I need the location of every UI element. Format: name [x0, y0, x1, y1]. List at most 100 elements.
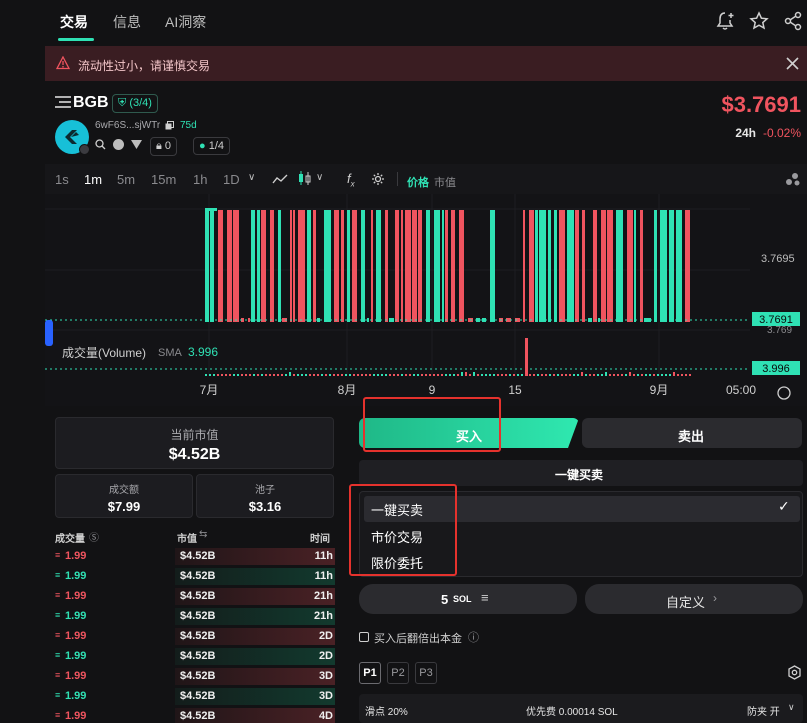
toggle-price[interactable]: 价格	[407, 174, 429, 190]
volume-bar	[597, 374, 599, 376]
volume-bar	[309, 374, 311, 376]
volume-stat-label: 成交额	[109, 485, 139, 496]
star-icon[interactable]	[748, 10, 770, 32]
trade-mcap: $4.52B	[180, 590, 216, 602]
trade-row[interactable]: ≡ 1.99 $4.52B 21h	[55, 587, 335, 605]
timeframe-1m[interactable]: 1m	[84, 172, 102, 187]
volume-bar	[537, 374, 539, 376]
chart-settings-icon[interactable]	[777, 386, 791, 400]
token-avatar	[55, 120, 90, 155]
volume-bar	[549, 374, 551, 376]
preset-p1[interactable]: P1	[359, 662, 381, 684]
volume-bar	[685, 374, 687, 376]
volume-bar	[505, 374, 507, 376]
candle	[270, 210, 274, 322]
volume-bar	[289, 372, 291, 376]
share-icon[interactable]	[782, 10, 804, 32]
bell-plus-icon[interactable]	[714, 10, 736, 32]
ratio-pill[interactable]: ● 1/4	[193, 137, 231, 155]
timeframe-5m[interactable]: 5m	[117, 172, 135, 187]
social-icon[interactable]	[113, 139, 124, 150]
trade-row[interactable]: ≡ 1.99 $4.52B 2D	[55, 647, 335, 665]
candle	[395, 210, 399, 322]
trade-row[interactable]: ≡ 1.99 $4.52B 11h	[55, 567, 335, 585]
volume-bar	[665, 374, 667, 376]
candlestick-icon[interactable]	[298, 171, 312, 186]
trade-amount: 1.99	[65, 650, 87, 662]
timeframe-1s[interactable]: 1s	[55, 172, 69, 187]
volume-bar	[577, 374, 579, 376]
volume-bar	[513, 374, 515, 376]
list-icon: ≡	[481, 590, 489, 605]
menu-list-icon[interactable]	[55, 96, 71, 108]
trade-row[interactable]: ≡ 1.99 $4.52B 3D	[55, 667, 335, 685]
candle	[341, 210, 344, 322]
currency-toggle-icon[interactable]: Ⓢ	[89, 529, 99, 544]
holders-pill[interactable]: 🔒︎ 0	[150, 137, 178, 156]
candle	[205, 208, 217, 211]
token-address: 6wF6S...sjWTr	[95, 120, 161, 131]
list-icon: ≡	[55, 550, 61, 560]
search-icon[interactable]	[95, 139, 106, 150]
candle	[371, 210, 373, 322]
chevron-down-icon[interactable]: ∨	[248, 172, 255, 183]
price-chart[interactable]: 3.7691 3.7695 3.769 3.996 成交量(Volume) SM…	[45, 194, 807, 406]
preset-p3[interactable]: P3	[415, 662, 437, 684]
copy-icon[interactable]	[165, 121, 174, 130]
amount-preset-button[interactable]: 5 SOL ≡	[359, 584, 577, 614]
tab-ai-insight[interactable]: AI洞察	[165, 12, 206, 32]
volume-bar	[609, 374, 611, 376]
candle	[434, 210, 440, 322]
candle	[459, 210, 464, 322]
volume-marker-label: 3.996	[762, 363, 790, 375]
security-badge[interactable]: ⛨ (3/4)	[112, 94, 158, 113]
volume-bar	[613, 374, 615, 376]
mcap-value: $4.52B	[168, 446, 221, 463]
order-mode-select[interactable]: 一键买卖	[359, 460, 803, 486]
swap-icon[interactable]: ⇆	[199, 529, 207, 540]
chain-icon	[79, 144, 90, 155]
volume-bar	[369, 374, 371, 376]
warning-triangle-icon	[56, 56, 70, 70]
function-icon[interactable]: fx	[347, 171, 355, 189]
volume-bar	[449, 374, 451, 376]
volume-bar	[489, 374, 491, 376]
trade-row[interactable]: ≡ 1.99 $4.52B 4D	[55, 707, 335, 723]
candle	[451, 210, 455, 322]
gear-icon[interactable]	[371, 172, 385, 186]
candle	[233, 210, 239, 322]
trade-settings-bar[interactable]: 滑点 20% 优先费 0.00014 SOL 防夹 开 ∨	[359, 694, 803, 723]
mev-protect-text: 防夹 开	[747, 707, 780, 718]
token-symbol: BGB	[73, 94, 109, 111]
candle	[554, 210, 557, 322]
double-principal-checkbox[interactable]	[359, 632, 369, 642]
trade-row[interactable]: ≡ 1.99 $4.52B 21h	[55, 607, 335, 625]
volume-bar	[593, 374, 595, 376]
timeframe-1d[interactable]: 1D	[223, 172, 240, 187]
trade-row[interactable]: ≡ 1.99 $4.52B 3D	[55, 687, 335, 705]
bubbles-icon[interactable]	[785, 171, 801, 187]
drawer-handle[interactable]	[45, 320, 53, 346]
volume-bar	[337, 374, 339, 376]
close-icon[interactable]	[786, 57, 799, 70]
toggle-mcap[interactable]: 市值	[434, 174, 456, 190]
volume-bar	[333, 374, 335, 376]
tab-info[interactable]: 信息	[113, 12, 141, 32]
triangle-down-icon[interactable]	[131, 140, 142, 149]
chevron-right-icon: ›	[713, 591, 717, 605]
volume-bar	[237, 374, 239, 376]
timeframe-15m[interactable]: 15m	[151, 172, 176, 187]
preset-p2[interactable]: P2	[387, 662, 409, 684]
info-icon[interactable]: ⓘ	[468, 629, 479, 645]
trade-row[interactable]: ≡ 1.99 $4.52B 2D	[55, 627, 335, 645]
chevron-down-icon[interactable]: ∨	[316, 172, 323, 183]
custom-amount-button[interactable]: 自定义 ›	[585, 584, 803, 614]
timeframe-1h[interactable]: 1h	[193, 172, 207, 187]
price-tick: 3.7695	[761, 253, 795, 265]
line-chart-icon[interactable]	[272, 173, 288, 185]
tab-trade[interactable]: 交易	[60, 12, 88, 32]
trade-row[interactable]: ≡ 1.99 $4.52B 11h	[55, 547, 335, 565]
volume-bar	[581, 372, 583, 376]
volume-bar	[273, 374, 275, 376]
gear-icon[interactable]	[787, 665, 802, 680]
